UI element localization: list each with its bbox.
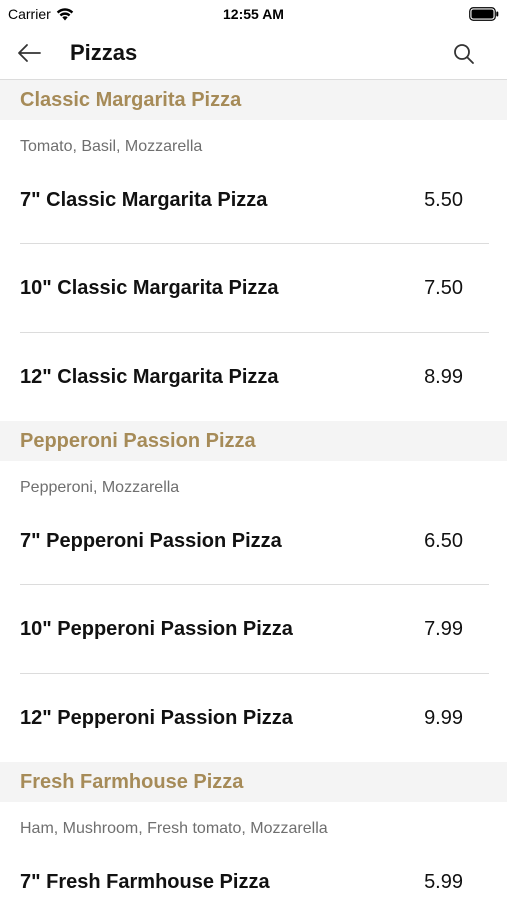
item-name: 10" Pepperoni Passion Pizza [20,618,293,640]
status-time: 12:55 AM [223,6,284,22]
item-name: 7" Fresh Farmhouse Pizza [20,871,270,893]
status-bar: Carrier 12:55 AM [0,0,507,28]
navigation-bar: Pizzas [0,28,507,80]
menu-item[interactable]: 7" Fresh Farmhouse Pizza 5.99 [0,851,507,900]
arrow-left-icon [18,44,41,62]
item-name: 7" Classic Margarita Pizza [20,189,268,211]
item-name: 12" Pepperoni Passion Pizza [20,707,293,729]
section-title: Pepperoni Passion Pizza [20,429,256,452]
menu-section: Classic Margarita Pizza Tomato, Basil, M… [0,80,507,421]
menu-item[interactable]: 12" Pepperoni Passion Pizza 9.99 [0,674,507,762]
search-icon [454,44,474,64]
section-header: Fresh Farmhouse Pizza [0,762,507,802]
item-name: 7" Pepperoni Passion Pizza [20,530,282,552]
section-header: Pepperoni Passion Pizza [0,421,507,461]
item-price: 6.50 [424,530,463,552]
menu-item[interactable]: 10" Pepperoni Passion Pizza 7.99 [0,585,507,673]
section-description: Pepperoni, Mozzarella [20,478,180,496]
item-price: 5.50 [424,189,463,211]
item-price: 7.50 [424,277,463,299]
item-price: 9.99 [424,707,463,729]
item-name: 12" Classic Margarita Pizza [20,366,279,388]
menu-list: Classic Margarita Pizza Tomato, Basil, M… [0,80,507,900]
menu-item[interactable]: 7" Pepperoni Passion Pizza 6.50 [0,510,507,584]
search-button[interactable] [451,41,477,67]
menu-item[interactable]: 7" Classic Margarita Pizza 5.50 [0,169,507,243]
menu-item[interactable]: 10" Classic Margarita Pizza 7.50 [0,244,507,332]
section-description: Tomato, Basil, Mozzarella [20,137,203,155]
battery-icon [469,7,499,21]
item-name: 10" Classic Margarita Pizza [20,277,279,299]
menu-section: Fresh Farmhouse Pizza Ham, Mushroom, Fre… [0,762,507,900]
section-title: Classic Margarita Pizza [20,88,242,111]
section-description: Ham, Mushroom, Fresh tomato, Mozzarella [20,819,328,837]
section-header: Classic Margarita Pizza [0,80,507,120]
page-title: Pizzas [70,40,138,65]
menu-section: Pepperoni Passion Pizza Pepperoni, Mozza… [0,421,507,762]
menu-item[interactable]: 12" Classic Margarita Pizza 8.99 [0,333,507,421]
back-button[interactable] [16,40,46,66]
section-title: Fresh Farmhouse Pizza [20,770,244,793]
item-price: 8.99 [424,366,463,388]
item-price: 7.99 [424,618,463,640]
item-price: 5.99 [424,871,463,893]
